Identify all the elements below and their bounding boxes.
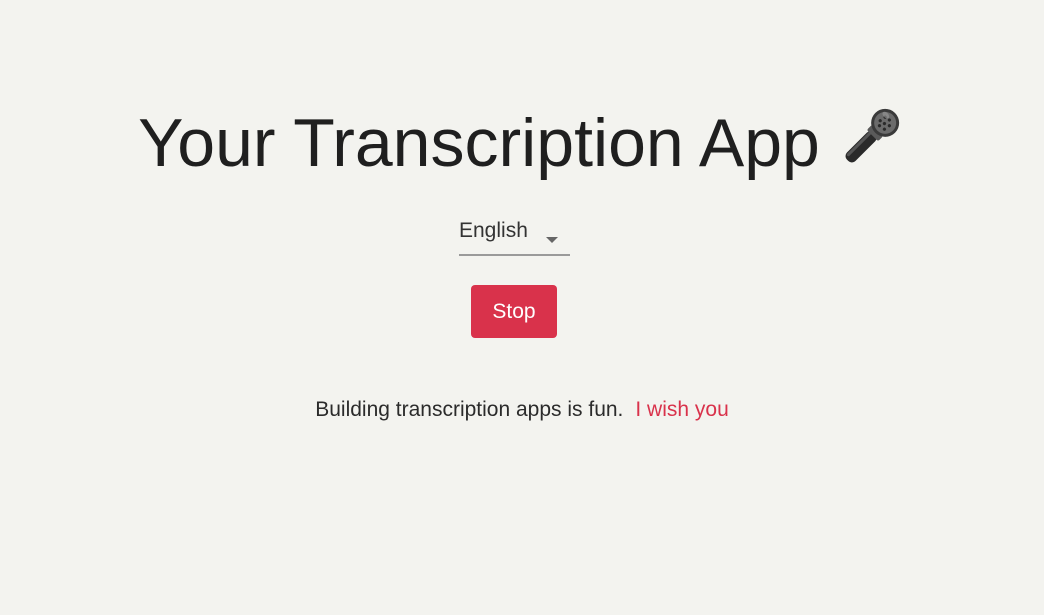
transcript-interim-text: I wish you	[635, 398, 729, 421]
language-select-value: English	[459, 219, 528, 242]
caret-down-icon	[545, 231, 559, 249]
page-title: Your Transcription App	[0, 100, 1044, 192]
transcript-final-text: Building transcription apps is fun.	[315, 398, 624, 421]
language-select[interactable]: English	[459, 214, 570, 256]
page-title-text: Your Transcription App	[138, 105, 820, 181]
stop-button[interactable]: Stop	[471, 285, 557, 338]
transcript: Building transcription apps is fun. I wis…	[0, 396, 1044, 424]
microphone-icon	[836, 102, 906, 192]
